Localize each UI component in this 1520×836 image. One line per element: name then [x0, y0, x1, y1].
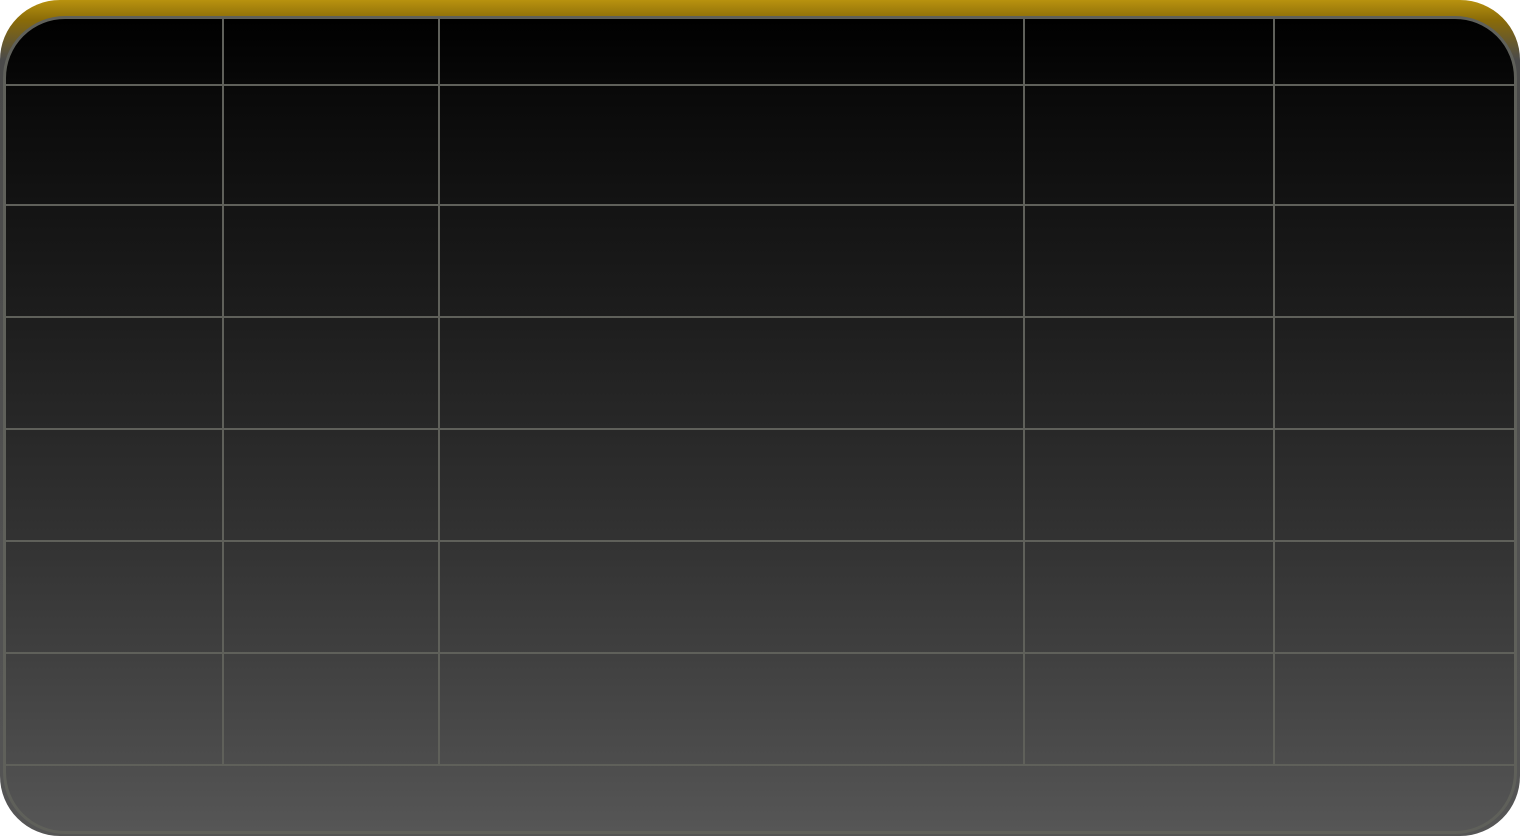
- table-cell: [222, 540, 441, 654]
- header-cell: [438, 19, 1025, 86]
- table-row: [6, 84, 1514, 206]
- table-row: [6, 316, 1514, 430]
- table-cell: [222, 428, 441, 542]
- table-cell: [438, 84, 1025, 206]
- table-row: [6, 428, 1514, 542]
- table-cell: [222, 652, 441, 766]
- table-cell: [1022, 204, 1275, 318]
- table-cell: [1272, 316, 1514, 430]
- table-row: [6, 204, 1514, 318]
- table-cell: [1272, 204, 1514, 318]
- table-cell: [1022, 316, 1275, 430]
- table-cell: [438, 204, 1025, 318]
- table-cell: [438, 540, 1025, 654]
- table-cell: [438, 316, 1025, 430]
- table-cell: [1272, 540, 1514, 654]
- header-cell: [1272, 19, 1514, 86]
- table-cell: [6, 204, 225, 318]
- table-cell: [1022, 428, 1275, 542]
- table-cell: [438, 652, 1025, 766]
- table-cell: [222, 204, 441, 318]
- table-row: [6, 540, 1514, 654]
- table-cell: [1022, 652, 1275, 766]
- data-table: [6, 19, 1514, 766]
- table-panel: [3, 16, 1517, 834]
- table-cell: [6, 652, 225, 766]
- header-cell: [222, 19, 441, 86]
- table-cell: [1272, 428, 1514, 542]
- table-cell: [222, 316, 441, 430]
- header-cell: [1022, 19, 1275, 86]
- table-cell: [438, 428, 1025, 542]
- table-cell: [6, 84, 225, 206]
- table-row: [6, 652, 1514, 766]
- table-cell: [1022, 84, 1275, 206]
- table-cell: [1272, 652, 1514, 766]
- table-header-row: [6, 19, 1514, 86]
- table-frame: [0, 0, 1520, 836]
- table-cell: [1272, 84, 1514, 206]
- table-cell: [6, 428, 225, 542]
- table-cell: [1022, 540, 1275, 654]
- table-cell: [6, 540, 225, 654]
- table-cell: [6, 316, 225, 430]
- header-cell: [6, 19, 225, 86]
- table-cell: [222, 84, 441, 206]
